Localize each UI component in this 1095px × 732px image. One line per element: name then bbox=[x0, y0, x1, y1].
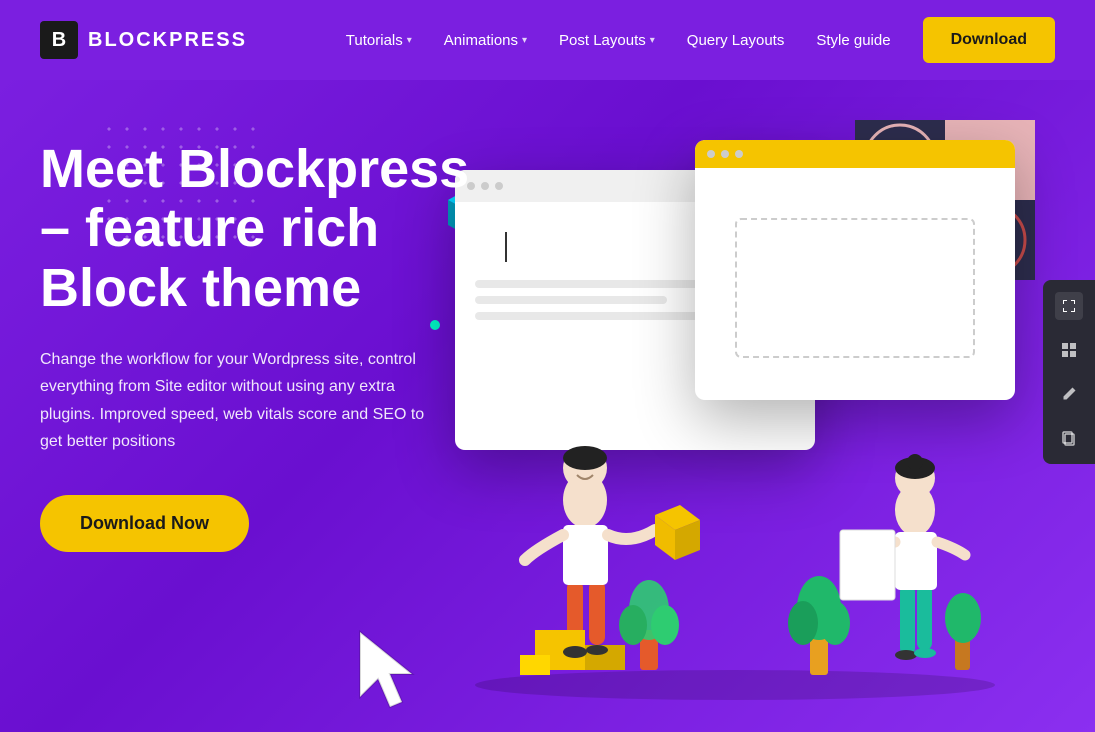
right-toolbar bbox=[1043, 280, 1095, 464]
toolbar-icon-copy[interactable] bbox=[1055, 424, 1083, 452]
chevron-down-icon: ▾ bbox=[650, 35, 655, 46]
nav-animations[interactable]: Animations ▾ bbox=[444, 32, 527, 49]
navbar: B BLOCKPRESS Tutorials ▾ Animations ▾ Po… bbox=[0, 0, 1095, 80]
browser-dot-2 bbox=[721, 150, 729, 158]
toolbar-icon-grid[interactable] bbox=[1055, 336, 1083, 364]
download-button[interactable]: Download bbox=[923, 17, 1055, 63]
logo-text: BLOCKPRESS bbox=[88, 29, 247, 52]
download-now-button[interactable]: Download Now bbox=[40, 495, 249, 552]
nav-style-guide[interactable]: Style guide bbox=[816, 32, 890, 49]
logo-icon: B bbox=[40, 21, 78, 59]
chevron-down-icon: ▾ bbox=[522, 35, 527, 46]
nav-links: Tutorials ▾ Animations ▾ Post Layouts ▾ … bbox=[346, 17, 1055, 63]
browser-dot-2 bbox=[481, 182, 489, 190]
hero-title: Meet Blockpress – feature rich Block the… bbox=[40, 140, 480, 318]
illustration-svg bbox=[455, 300, 1015, 700]
hero-illustration bbox=[455, 110, 1015, 700]
nav-tutorials[interactable]: Tutorials ▾ bbox=[346, 32, 412, 49]
chevron-down-icon: ▾ bbox=[407, 35, 412, 46]
browser-bar-right bbox=[695, 140, 1015, 168]
logo[interactable]: B BLOCKPRESS bbox=[40, 21, 247, 59]
hero-content: Meet Blockpress – feature rich Block the… bbox=[40, 80, 480, 552]
browser-dot-3 bbox=[495, 182, 503, 190]
browser-line bbox=[475, 280, 731, 288]
browser-dot-1 bbox=[707, 150, 715, 158]
browser-dot-3 bbox=[735, 150, 743, 158]
nav-query-layouts[interactable]: Query Layouts bbox=[687, 32, 785, 49]
toolbar-icon-transform[interactable] bbox=[1055, 292, 1083, 320]
browser-cursor bbox=[505, 232, 507, 262]
nav-post-layouts[interactable]: Post Layouts ▾ bbox=[559, 32, 655, 49]
hero-section: Meet Blockpress – feature rich Block the… bbox=[0, 80, 1095, 732]
hero-description: Change the workflow for your Wordpress s… bbox=[40, 346, 440, 455]
toolbar-icon-pencil[interactable] bbox=[1055, 380, 1083, 408]
cursor-arrow-decoration bbox=[350, 622, 430, 712]
